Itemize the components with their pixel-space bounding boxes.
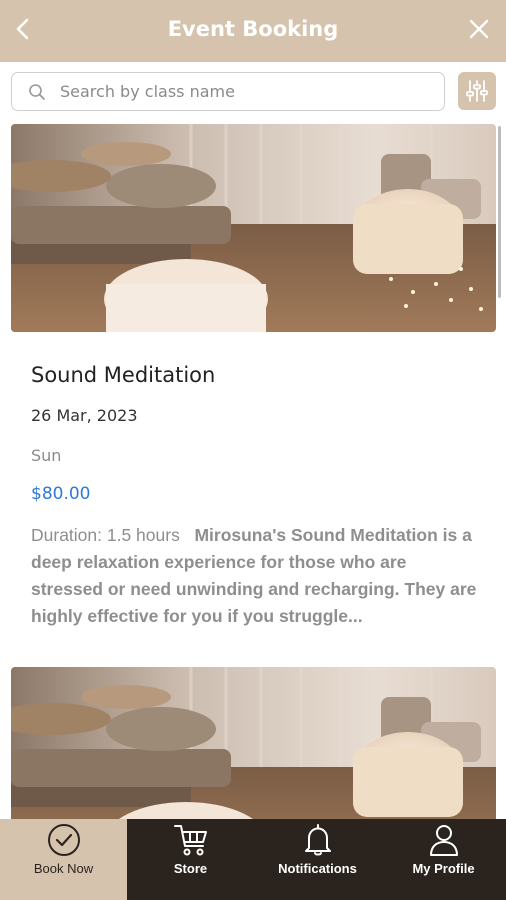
event-image-2[interactable] [11, 667, 496, 822]
user-icon [429, 825, 458, 856]
event-image[interactable] [11, 124, 496, 332]
nav-label: My Profile [412, 861, 475, 876]
search-input[interactable]: Search by class name [60, 82, 235, 101]
search-icon [29, 84, 45, 100]
sliders-icon [466, 80, 488, 102]
app-header: Event Booking [0, 0, 506, 62]
event-title[interactable]: Sound Meditation [31, 363, 215, 387]
event-day: Sun [31, 446, 62, 465]
scrollbar[interactable] [498, 126, 501, 298]
nav-store[interactable]: Store [127, 819, 254, 900]
event-description: Duration: 1.5 hours Mirosuna's Sound Med… [31, 522, 481, 630]
page-title: Event Booking [167, 17, 339, 41]
nav-label: Notifications [278, 861, 357, 876]
search-bar[interactable]: Search by class name [11, 72, 445, 111]
cart-icon [173, 825, 207, 856]
check-circle-icon [47, 824, 80, 856]
nav-my-profile[interactable]: My Profile [381, 819, 506, 900]
meditation-room-photo-2 [11, 667, 496, 822]
nav-notifications[interactable]: Notifications [254, 819, 381, 900]
meditation-room-photo [11, 124, 496, 332]
event-duration: Duration: 1.5 hours [31, 525, 180, 545]
nav-label: Book Now [33, 861, 94, 876]
bottom-nav: Book Now Store Notifications My Profile [0, 819, 506, 900]
close-icon[interactable] [468, 18, 490, 40]
event-date: 26 Mar, 2023 [31, 406, 138, 425]
nav-book-now[interactable]: Book Now [0, 819, 127, 900]
filter-button[interactable] [458, 72, 496, 110]
nav-label: Store [173, 861, 208, 876]
event-price: $80.00 [31, 484, 91, 504]
bell-icon [304, 824, 331, 856]
